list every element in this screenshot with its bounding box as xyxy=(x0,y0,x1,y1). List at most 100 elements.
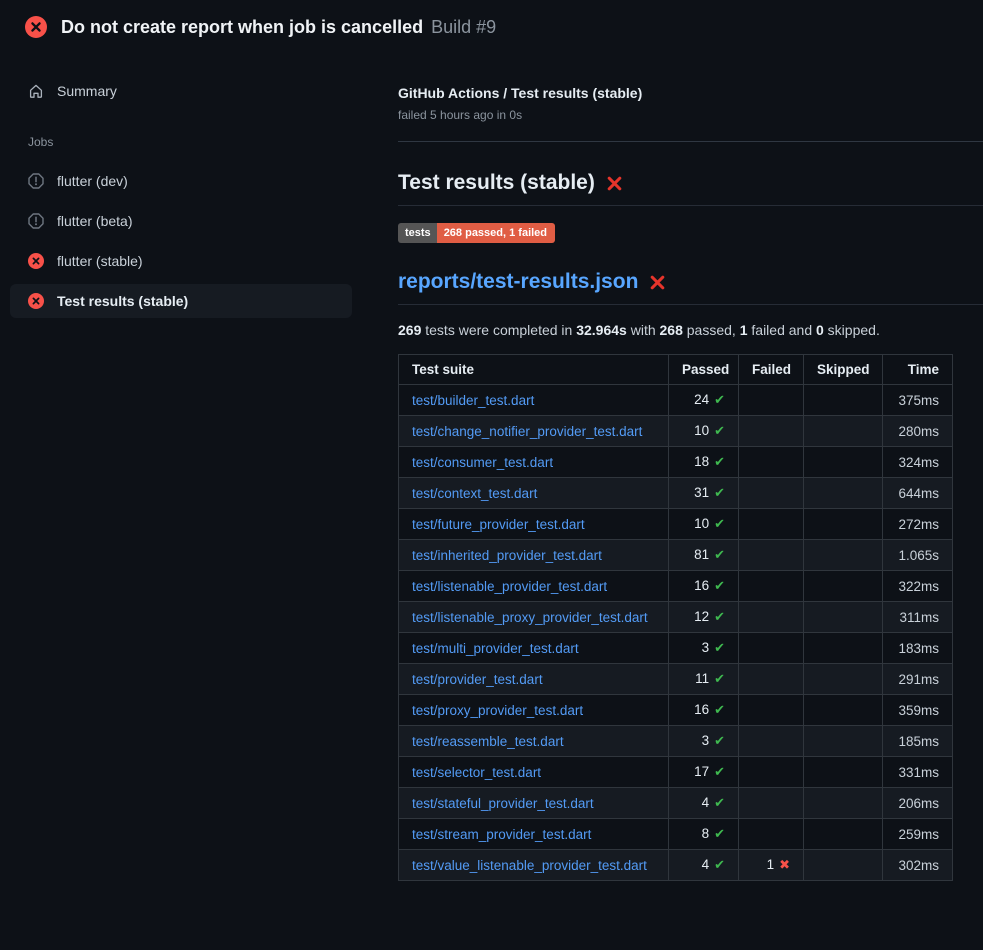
skipped-cell xyxy=(804,850,883,881)
test-suite-row: test/stateful_provider_test.dart4✔206ms xyxy=(399,788,953,819)
failed-cell xyxy=(739,695,804,726)
report-heading: reports/test-results.json xyxy=(398,270,983,305)
test-suite-row: test/change_notifier_provider_test.dart 1… xyxy=(399,416,953,447)
passed-cell: 16✔ xyxy=(669,695,739,726)
summary-segment: with xyxy=(627,322,660,338)
summary-segment: 1 xyxy=(740,322,748,338)
home-icon xyxy=(28,83,44,99)
test-suite-link[interactable]: test/multi_provider_test.dart xyxy=(412,641,579,656)
failed-cell xyxy=(739,509,804,540)
x-icon: ✖ xyxy=(779,857,790,872)
passed-cell: 4✔ xyxy=(669,788,739,819)
test-suite-link[interactable]: test/listenable_proxy_provider_test.dart xyxy=(412,610,648,625)
check-icon: ✔ xyxy=(714,547,725,562)
check-icon: ✔ xyxy=(714,702,725,717)
passed-cell: 3✔ xyxy=(669,633,739,664)
failed-cell xyxy=(739,478,804,509)
summary-segment: skipped. xyxy=(824,322,880,338)
build-number: Build #9 xyxy=(431,17,496,38)
suite-cell: test/change_notifier_provider_test.dart xyxy=(399,416,669,447)
time-cell: 272ms xyxy=(883,509,953,540)
check-icon: ✔ xyxy=(714,671,725,686)
check-run-meta: failed 5 hours ago in 0s xyxy=(398,108,983,122)
check-icon: ✔ xyxy=(714,733,725,748)
skipped-cell xyxy=(804,819,883,850)
failed-cell xyxy=(739,633,804,664)
passed-cell: 11✔ xyxy=(669,664,739,695)
suite-cell: test/multi_provider_test.dart xyxy=(399,633,669,664)
test-suite-link[interactable]: test/consumer_test.dart xyxy=(412,455,553,470)
suite-cell: test/consumer_test.dart xyxy=(399,447,669,478)
column-header: Skipped xyxy=(804,355,883,385)
test-suite-link[interactable]: test/proxy_provider_test.dart xyxy=(412,703,583,718)
test-suite-link[interactable]: test/reassemble_test.dart xyxy=(412,734,564,749)
report-heading-link[interactable]: reports/test-results.json xyxy=(398,270,638,294)
suite-cell: test/listenable_proxy_provider_test.dart xyxy=(399,602,669,633)
x-circle-icon xyxy=(25,16,47,38)
passed-cell: 4✔ xyxy=(669,850,739,881)
test-suite-link[interactable]: test/builder_test.dart xyxy=(412,393,534,408)
suite-cell: test/value_listenable_provider_test.dart xyxy=(399,850,669,881)
badge-value: 268 passed, 1 failed xyxy=(437,223,555,243)
test-suite-row: test/selector_test.dart17✔331ms xyxy=(399,757,953,788)
column-header: Test suite xyxy=(399,355,669,385)
summary-segment: passed, xyxy=(683,322,740,338)
skipped-cell xyxy=(804,695,883,726)
test-suite-row: test/future_provider_test.dart10✔272ms xyxy=(399,509,953,540)
skipped-cell xyxy=(804,540,883,571)
passed-cell: 10✔ xyxy=(669,416,739,447)
passed-cell: 8✔ xyxy=(669,819,739,850)
test-suite-row: test/provider_test.dart11✔291ms xyxy=(399,664,953,695)
test-suite-link[interactable]: test/stateful_provider_test.dart xyxy=(412,796,594,811)
tests-badge[interactable]: tests 268 passed, 1 failed xyxy=(398,223,555,243)
summary-segment: 268 xyxy=(660,322,683,338)
table-header-row: Test suitePassedFailedSkippedTime xyxy=(399,355,953,385)
test-suite-row: test/proxy_provider_test.dart16✔359ms xyxy=(399,695,953,726)
failed-cell xyxy=(739,385,804,416)
suite-cell: test/selector_test.dart xyxy=(399,757,669,788)
sidebar-job-item[interactable]: flutter (stable) xyxy=(10,244,352,278)
check-icon: ✔ xyxy=(714,609,725,624)
test-suite-link[interactable]: test/listenable_provider_test.dart xyxy=(412,579,607,594)
sidebar-job-item[interactable]: flutter (beta) xyxy=(10,204,352,238)
sidebar-job-item[interactable]: flutter (dev) xyxy=(10,164,352,198)
test-suite-row: test/reassemble_test.dart3✔185ms xyxy=(399,726,953,757)
test-suite-link[interactable]: test/context_test.dart xyxy=(412,486,537,501)
test-suite-link[interactable]: test/selector_test.dart xyxy=(412,765,541,780)
skipped-cell xyxy=(804,788,883,819)
skipped-cell xyxy=(804,416,883,447)
failed-cell xyxy=(739,447,804,478)
passed-cell: 18✔ xyxy=(669,447,739,478)
test-suite-link[interactable]: test/stream_provider_test.dart xyxy=(412,827,591,842)
build-title: Do not create report when job is cancell… xyxy=(61,17,423,38)
suite-cell: test/proxy_provider_test.dart xyxy=(399,695,669,726)
results-table-body: test/builder_test.dart24✔375mstest/chang… xyxy=(399,385,953,881)
failed-cell xyxy=(739,416,804,447)
test-suite-link[interactable]: test/inherited_provider_test.dart xyxy=(412,548,602,563)
time-cell: 375ms xyxy=(883,385,953,416)
passed-cell: 12✔ xyxy=(669,602,739,633)
test-suite-link[interactable]: test/provider_test.dart xyxy=(412,672,543,687)
failed-cell: 1✖ xyxy=(739,850,804,881)
failed-cell xyxy=(739,757,804,788)
summary-segment: 0 xyxy=(816,322,824,338)
time-cell: 302ms xyxy=(883,850,953,881)
suite-cell: test/builder_test.dart xyxy=(399,385,669,416)
divider xyxy=(398,141,983,142)
sidebar-job-item[interactable]: Test results (stable) xyxy=(10,284,352,318)
check-icon: ✔ xyxy=(714,485,725,500)
time-cell: 1.065s xyxy=(883,540,953,571)
test-suite-link[interactable]: test/change_notifier_provider_test.dart xyxy=(412,424,642,439)
passed-cell: 17✔ xyxy=(669,757,739,788)
time-cell: 644ms xyxy=(883,478,953,509)
sidebar-item-summary[interactable]: Summary xyxy=(10,74,352,108)
test-suite-row: test/listenable_proxy_provider_test.dart… xyxy=(399,602,953,633)
sidebar: Summary Jobs flutter (dev)flutter (beta)… xyxy=(0,52,380,324)
test-suite-row: test/stream_provider_test.dart8✔259ms xyxy=(399,819,953,850)
test-suite-link[interactable]: test/future_provider_test.dart xyxy=(412,517,585,532)
test-suite-link[interactable]: test/value_listenable_provider_test.dart xyxy=(412,858,647,873)
failed-cell xyxy=(739,664,804,695)
suite-cell: test/listenable_provider_test.dart xyxy=(399,571,669,602)
time-cell: 311ms xyxy=(883,602,953,633)
check-run-title: GitHub Actions / Test results (stable) xyxy=(398,85,983,101)
